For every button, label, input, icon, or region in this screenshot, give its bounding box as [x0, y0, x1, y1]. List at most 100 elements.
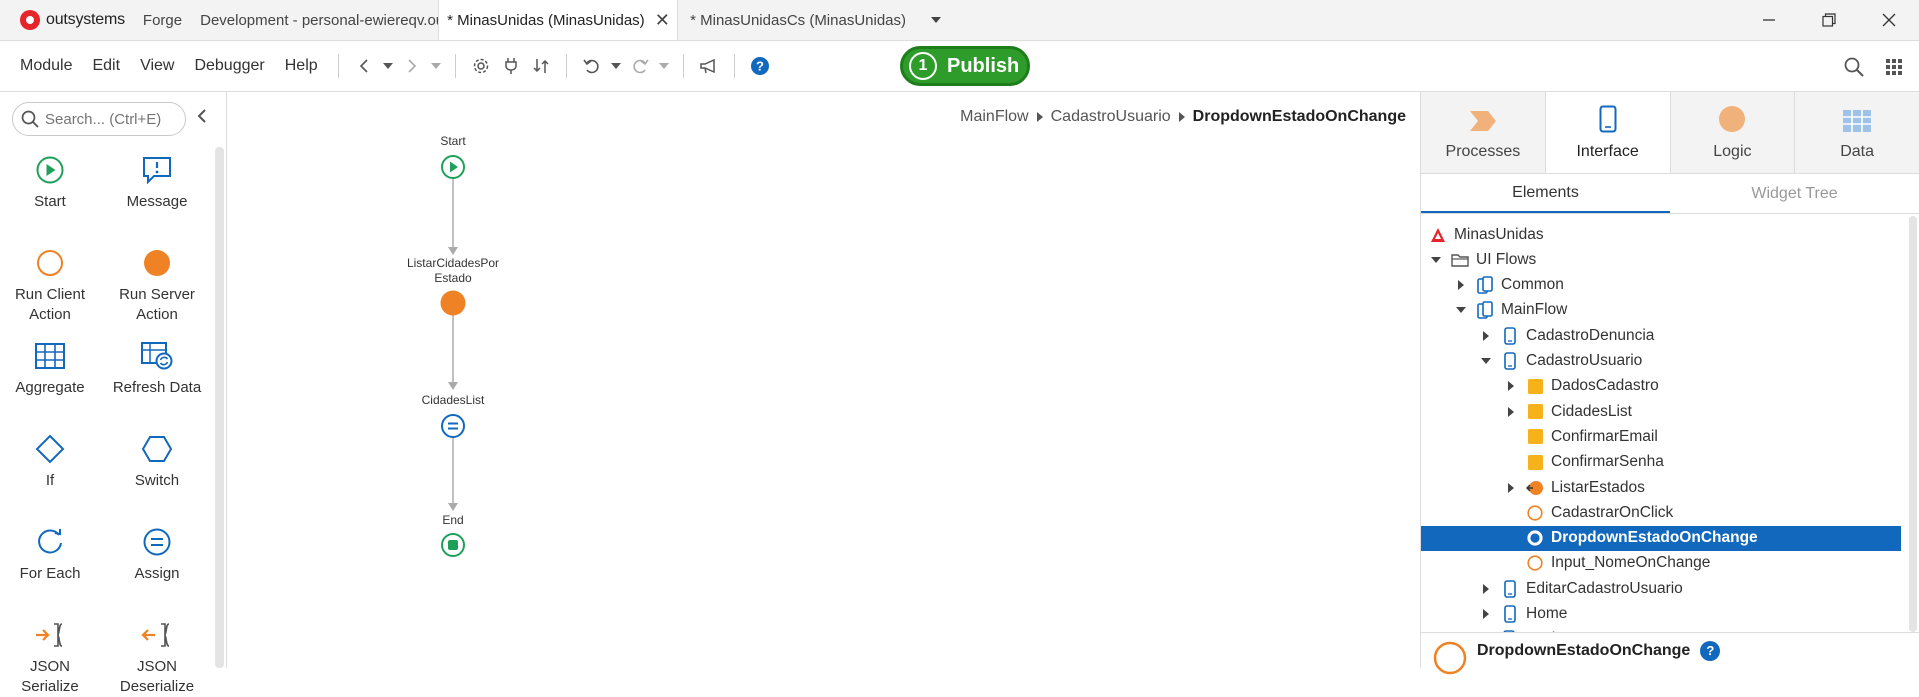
undo-button[interactable] — [577, 51, 607, 81]
flow-canvas[interactable]: MainFlow CadastroUsuario DropdownEstadoO… — [227, 92, 1420, 668]
caret-expanded-icon[interactable] — [1429, 253, 1443, 267]
tool-refresh-data[interactable]: Refresh Data — [107, 340, 207, 398]
menu-module[interactable]: Module — [0, 57, 82, 75]
tree-item-common[interactable]: Common — [1421, 273, 1901, 298]
tab-processes[interactable]: Processes — [1421, 92, 1546, 173]
toolbox-scrollbar[interactable] — [215, 147, 224, 668]
redo-icon — [633, 59, 649, 74]
tool-message[interactable]: Message — [107, 154, 207, 212]
tree-item-confirmarsenha[interactable]: ConfirmarSenha — [1421, 450, 1901, 475]
caret-collapsed-icon[interactable] — [1504, 481, 1518, 495]
settings-button[interactable] — [466, 51, 496, 81]
caret-expanded-icon[interactable] — [1479, 354, 1493, 368]
tree-item-input-nomeonchange[interactable]: Input_NomeOnChange — [1421, 551, 1901, 576]
tree-item-dadoscadastro[interactable]: DadosCadastro — [1421, 374, 1901, 399]
tree-item-ui-flows[interactable]: UI Flows — [1421, 247, 1901, 272]
tab-minasunidascs[interactable]: * MinasUnidasCs (MinasUnidas) ✕ — [678, 0, 918, 40]
tab-widget-tree[interactable]: Widget Tree — [1670, 174, 1919, 213]
plugin-button[interactable] — [496, 51, 526, 81]
minimize-button[interactable] — [1739, 0, 1799, 41]
flow-node-label: ListarCidadesPor Estado — [406, 256, 500, 285]
close-icon[interactable]: ✕ — [916, 10, 918, 31]
help-button[interactable]: ? — [745, 51, 775, 81]
search-icon — [1844, 57, 1864, 77]
publish-button[interactable]: 1 Publish — [900, 46, 1030, 86]
caret-collapsed-icon[interactable] — [1454, 278, 1468, 292]
tab-logic[interactable]: Logic — [1670, 92, 1796, 173]
apps-button[interactable] — [1879, 52, 1909, 82]
undo-dropdown[interactable] — [607, 51, 625, 81]
breadcrumb-item[interactable]: MainFlow — [960, 108, 1028, 126]
tree-item-listarestados[interactable]: ListarEstados — [1421, 475, 1901, 500]
tree-item-label: Input_NomeOnChange — [1551, 554, 1711, 572]
chevron-left-icon — [197, 109, 206, 123]
breadcrumb-item[interactable]: CadastroUsuario — [1051, 108, 1171, 126]
tree-item-cadastraronclick[interactable]: CadastrarOnClick — [1421, 500, 1901, 525]
flow-assign-node[interactable] — [441, 414, 465, 438]
close-icon[interactable]: ✕ — [655, 10, 670, 31]
tabs-dropdown-button[interactable] — [918, 0, 954, 40]
flow-end-node[interactable] — [441, 533, 465, 557]
redo-button[interactable] — [625, 51, 655, 81]
feedback-button[interactable] — [694, 51, 724, 81]
help-icon[interactable]: ? — [1700, 640, 1721, 661]
global-search-button[interactable] — [1839, 52, 1869, 82]
merge-button[interactable] — [526, 51, 556, 81]
tree-item-cidadeslist[interactable]: CidadesList — [1421, 399, 1901, 424]
tool-run-server-action[interactable]: Run Server Action — [107, 247, 207, 325]
tree-item-confirmaremail[interactable]: ConfirmarEmail — [1421, 424, 1901, 449]
tab-elements[interactable]: Elements — [1421, 174, 1670, 213]
flow-start-node[interactable] — [441, 155, 465, 179]
tab-forge[interactable]: Forge — [139, 0, 192, 40]
tree-item-dropdownestadoonchange[interactable]: DropdownEstadoOnChange — [1421, 525, 1901, 551]
tree-item-mainflow[interactable]: MainFlow — [1421, 298, 1901, 323]
tree-item-label: CadastrarOnClick — [1551, 503, 1674, 521]
toolbox-search[interactable] — [12, 102, 186, 136]
start-icon — [0, 154, 100, 186]
tool-if[interactable]: If — [0, 433, 100, 491]
run-server-action-icon — [440, 290, 466, 316]
tool-assign[interactable]: Assign — [107, 526, 207, 584]
tree-item-cadastrodenuncia[interactable]: CadastroDenuncia — [1421, 323, 1901, 348]
caret-expanded-icon[interactable] — [1454, 303, 1468, 317]
tree-item-minasunidas[interactable]: MinasUnidas — [1421, 222, 1901, 247]
mobile-screen-icon — [1599, 105, 1617, 133]
restore-button[interactable] — [1799, 0, 1859, 41]
screen-icon — [1501, 352, 1519, 370]
caret-collapsed-icon[interactable] — [1479, 329, 1493, 343]
tab-minasunidas[interactable]: * MinasUnidas (MinasUnidas) ✕ — [438, 0, 679, 40]
flow-server-action-node[interactable] — [440, 290, 466, 316]
tab-development[interactable]: Development - personal-ewiereqv.outsyste… — [192, 0, 438, 40]
tree-item-home[interactable]: Home — [1421, 602, 1901, 627]
forward-history-dropdown[interactable] — [427, 51, 445, 81]
tree-scrollbar[interactable] — [1909, 216, 1917, 632]
tab-interface[interactable]: Interface — [1545, 92, 1671, 173]
tool-aggregate[interactable]: Aggregate — [0, 340, 100, 398]
redo-dropdown[interactable] — [655, 51, 673, 81]
tool-json-deserialize[interactable]: JSON Deserialize — [107, 619, 207, 697]
caret-collapsed-icon[interactable] — [1479, 582, 1493, 596]
menu-edit[interactable]: Edit — [82, 57, 130, 75]
outsystems-logo[interactable]: outsystems — [0, 0, 139, 40]
collapse-toolbox-button[interactable] — [196, 108, 208, 124]
forward-button[interactable] — [397, 51, 427, 81]
caret-collapsed-icon[interactable] — [1504, 379, 1518, 393]
breadcrumb-current: DropdownEstadoOnChange — [1192, 108, 1406, 125]
caret-collapsed-icon[interactable] — [1479, 607, 1493, 621]
menu-view[interactable]: View — [130, 57, 184, 75]
tool-json-serialize[interactable]: JSON Serialize — [0, 619, 100, 697]
menu-debugger[interactable]: Debugger — [184, 57, 274, 75]
caret-collapsed-icon[interactable] — [1504, 405, 1518, 419]
tool-start[interactable]: Start — [0, 154, 100, 212]
back-history-dropdown[interactable] — [379, 51, 397, 81]
tab-data[interactable]: Data — [1795, 92, 1919, 173]
back-button[interactable] — [349, 51, 379, 81]
tree-item-cadastrousuario[interactable]: CadastroUsuario — [1421, 349, 1901, 374]
tree-item-editarcadastrousuario[interactable]: EditarCadastroUsuario — [1421, 576, 1901, 601]
tool-run-client-action[interactable]: Run Client Action — [0, 247, 100, 325]
tool-for-each[interactable]: For Each — [0, 526, 100, 584]
search-input[interactable] — [45, 110, 175, 128]
close-window-button[interactable] — [1859, 0, 1919, 41]
tool-switch[interactable]: Switch — [107, 433, 207, 491]
menu-help[interactable]: Help — [275, 57, 328, 75]
